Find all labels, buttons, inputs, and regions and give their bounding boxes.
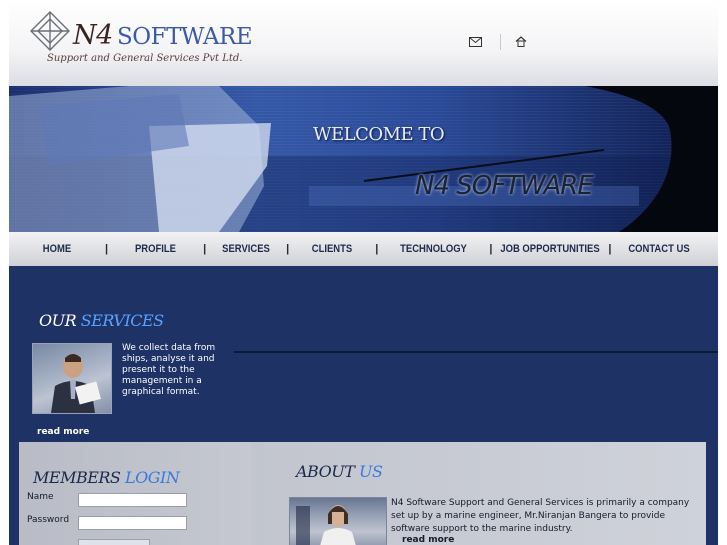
members-heading: MEMBERS LOGIN bbox=[33, 468, 180, 487]
welcome-heading: WELCOME TO bbox=[313, 124, 445, 145]
logo-software-text: SOFTWARE bbox=[117, 24, 253, 50]
nav-separator: | bbox=[608, 243, 612, 255]
nav-separator: | bbox=[203, 243, 207, 255]
name-label: Name bbox=[27, 492, 54, 502]
mail-icon[interactable] bbox=[469, 37, 482, 47]
businessman-image bbox=[33, 344, 111, 413]
main-navigation: HOME | PROFILE | SERVICES | CLIENTS | TE… bbox=[9, 232, 718, 266]
nav-separator: | bbox=[105, 243, 109, 255]
about-us-panel: ABOUT US N4 Software Support and General… bbox=[251, 442, 706, 545]
members-heading-b: LOGIN bbox=[124, 468, 180, 487]
home-icon[interactable] bbox=[515, 36, 527, 47]
nav-separator: | bbox=[375, 243, 379, 255]
right-edge-strip bbox=[706, 442, 718, 545]
services-read-more-link[interactable]: read more bbox=[37, 427, 89, 437]
ship-illustration bbox=[9, 86, 718, 232]
nav-technology[interactable]: TECHNOLOGY bbox=[386, 243, 481, 255]
page-wrapper: N4 SOFTWARE Support and General Services… bbox=[9, 0, 718, 545]
services-heading-b: SERVICES bbox=[80, 311, 164, 330]
banner-brand-text: N4 SOFTWARE bbox=[415, 171, 594, 201]
nav-home[interactable]: HOME bbox=[16, 243, 99, 255]
services-description: We collect data from ships, analyse it a… bbox=[122, 343, 216, 397]
about-heading-b: US bbox=[358, 462, 383, 481]
services-heading: OUR SERVICES bbox=[39, 311, 164, 330]
about-heading-a: ABOUT bbox=[296, 462, 355, 481]
icon-divider bbox=[500, 34, 501, 50]
logo-subtitle: Support and General Services Pvt Ltd. bbox=[47, 53, 243, 64]
members-heading-a: MEMBERS bbox=[33, 468, 121, 487]
services-heading-a: OUR bbox=[39, 311, 77, 330]
about-photo bbox=[289, 497, 387, 545]
nav-separator: | bbox=[489, 243, 493, 255]
nav-separator: | bbox=[286, 243, 290, 255]
about-read-more-link[interactable]: read more bbox=[402, 535, 454, 545]
nav-clients[interactable]: CLIENTS bbox=[295, 243, 369, 255]
password-input[interactable] bbox=[78, 516, 187, 530]
services-divider bbox=[234, 351, 718, 353]
nav-contact-us[interactable]: CONTACT US bbox=[618, 243, 701, 255]
services-photo bbox=[32, 343, 112, 414]
login-button[interactable] bbox=[78, 539, 150, 545]
about-heading: ABOUT US bbox=[296, 462, 383, 481]
nav-job-opportunities[interactable]: JOB OPPORTUNITIES bbox=[501, 243, 601, 255]
password-label: Password bbox=[27, 515, 70, 525]
logo-emblem-icon bbox=[30, 11, 70, 51]
nav-profile[interactable]: PROFILE bbox=[115, 243, 197, 255]
name-input[interactable] bbox=[78, 493, 187, 507]
logo-n4-text: N4 bbox=[73, 20, 113, 51]
businesswoman-image bbox=[290, 498, 386, 545]
welcome-banner bbox=[9, 86, 718, 232]
site-header: N4 SOFTWARE Support and General Services… bbox=[9, 0, 718, 86]
about-description: N4 Software Support and General Services… bbox=[391, 498, 690, 534]
nav-services[interactable]: SERVICES bbox=[212, 243, 281, 255]
